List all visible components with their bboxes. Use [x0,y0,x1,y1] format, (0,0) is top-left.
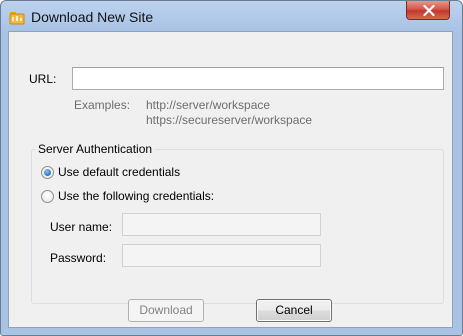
examples-label: Examples: [74,98,131,112]
window-title: Download New Site [31,9,154,25]
custom-credentials-label[interactable]: Use the following credentials: [58,189,214,203]
password-field[interactable] [122,244,321,267]
example-url-2: https://secureserver/workspace [146,113,313,127]
download-button[interactable]: Download [128,299,204,322]
cancel-button[interactable]: Cancel [256,299,332,322]
folder-icon [9,12,25,25]
dialog-client-area: URL: Examples: http://server/workspace h… [8,31,453,328]
default-credentials-label[interactable]: Use default credentials [58,165,180,179]
username-label: User name: [50,220,113,234]
username-field[interactable] [122,213,321,236]
url-input[interactable] [72,67,444,90]
server-authentication-title: Server Authentication [35,142,156,156]
example-url-1: http://server/workspace [146,98,271,112]
default-credentials-radio[interactable] [41,166,54,179]
close-icon [423,5,435,16]
url-label: URL: [29,72,57,86]
dialog-window: Download New Site URL: Examples: http://… [0,0,463,336]
password-label: Password: [50,251,107,265]
title-bar[interactable]: Download New Site [1,1,462,31]
custom-credentials-radio[interactable] [41,190,54,203]
close-button[interactable] [406,1,450,20]
